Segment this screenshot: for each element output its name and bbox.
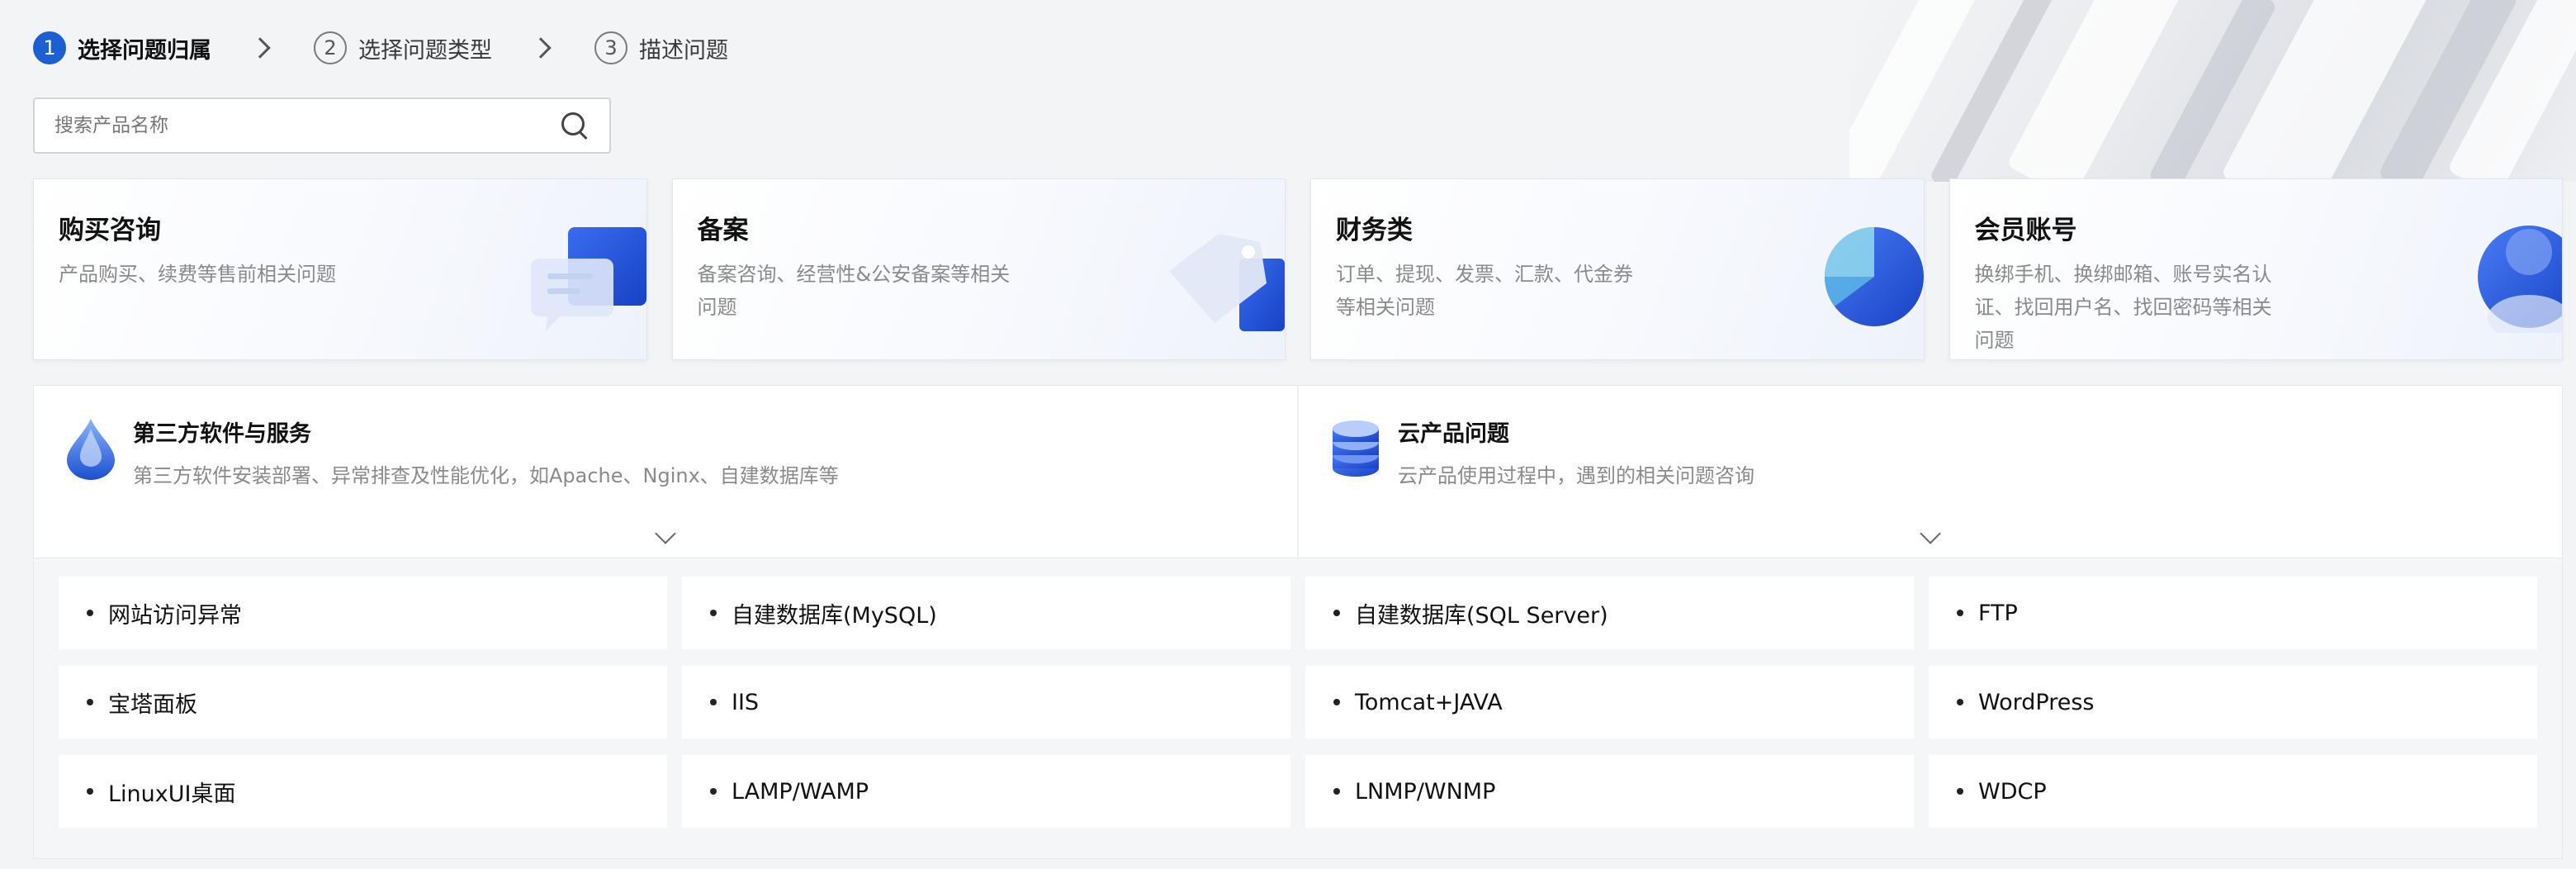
chevron-right-icon [530, 37, 552, 59]
card-description: 备案咨询、经营性&公安备案等相关问题 [697, 263, 1011, 319]
issue-label: Tomcat+JAVA [1355, 689, 1503, 715]
bullet-icon [1957, 788, 1963, 795]
chevron-down-icon[interactable] [655, 523, 676, 544]
step-label: 描述问题 [639, 37, 728, 64]
bullet-icon [710, 610, 717, 616]
pie-chart-icon [1824, 227, 1924, 326]
chevron-right-icon [249, 37, 271, 59]
card-finance[interactable]: 财务类 订单、提现、发票、汇款、代金券等相关问题 [1310, 178, 1925, 360]
header-background-decoration [1849, 0, 2576, 182]
panel-title: 第三方软件与服务 [133, 421, 311, 447]
panel-description: 第三方软件安装部署、异常排查及性能优化，如Apache、Nginx、自建数据库等 [133, 464, 839, 487]
issue-grid: 网站访问异常 自建数据库(MySQL) 自建数据库(SQL Server) FT… [59, 577, 2537, 828]
issue-item[interactable]: LAMP/WAMP [682, 755, 1290, 828]
bullet-icon [710, 788, 717, 795]
product-search [33, 97, 611, 154]
issue-label: IIS [732, 689, 760, 715]
bullet-icon [87, 788, 93, 795]
panel-third-party-software[interactable]: 第三方软件与服务 第三方软件安装部署、异常排查及性能优化，如Apache、Ngi… [34, 386, 1297, 558]
step-indicator: 1 选择问题归属 2 选择问题类型 3 描述问题 [33, 30, 728, 66]
service-panels: 第三方软件与服务 第三方软件安装部署、异常排查及性能优化，如Apache、Ngi… [33, 385, 2563, 558]
issue-label: WordPress [1978, 689, 2095, 715]
issue-label: LNMP/WNMP [1355, 778, 1496, 805]
issue-item[interactable]: WordPress [1929, 666, 2537, 738]
issue-label: LAMP/WAMP [732, 778, 869, 805]
step-3: 3 描述问题 [594, 31, 728, 64]
issue-item[interactable]: WDCP [1929, 755, 2537, 828]
issue-item[interactable]: 网站访问异常 [59, 577, 667, 649]
step-label: 选择问题归属 [78, 37, 211, 64]
issue-label: WDCP [1978, 778, 2047, 805]
issue-label: 网站访问异常 [108, 602, 242, 629]
step-number: 2 [314, 31, 347, 64]
bullet-icon [710, 699, 717, 705]
step-number: 3 [594, 31, 627, 64]
search-icon[interactable] [560, 111, 590, 140]
search-input[interactable] [54, 115, 560, 136]
issue-item[interactable]: LNMP/WNMP [1305, 755, 1914, 828]
step-1: 1 选择问题归属 [33, 31, 211, 64]
category-cards: 购买咨询 产品购买、续费等售前相关问题 备案 备案咨询、经营性&公安备案等相关问… [33, 178, 2563, 360]
issue-item[interactable]: 宝塔面板 [59, 666, 667, 738]
bullet-icon [1333, 610, 1340, 616]
tag-icon [1169, 234, 1285, 331]
bullet-icon [1957, 610, 1963, 616]
bullet-icon [1333, 788, 1340, 795]
chevron-down-icon[interactable] [1920, 523, 1941, 544]
issue-item[interactable]: FTP [1929, 577, 2537, 649]
panel-header: 第三方软件与服务 第三方软件安装部署、异常排查及性能优化，如Apache、Ngi… [67, 416, 1264, 488]
step-number: 1 [33, 31, 66, 64]
issue-item[interactable]: Tomcat+JAVA [1305, 666, 1914, 738]
step-label: 选择问题类型 [358, 37, 492, 64]
step-2: 2 选择问题类型 [314, 31, 492, 64]
bullet-icon [1333, 699, 1340, 705]
droplet-icon [67, 419, 115, 480]
card-filing[interactable]: 备案 备案咨询、经营性&公安备案等相关问题 [671, 178, 1286, 360]
issue-item[interactable]: 自建数据库(MySQL) [682, 577, 1290, 649]
card-description: 订单、提现、发票、汇款、代金券等相关问题 [1336, 263, 1633, 319]
issue-label: LinuxUI桌面 [108, 781, 236, 807]
panel-cloud-products[interactable]: 云产品问题 云产品使用过程中，遇到的相关问题咨询 [1297, 386, 2562, 558]
bullet-icon [1957, 699, 1963, 705]
panel-description: 云产品使用过程中，遇到的相关问题咨询 [1398, 464, 1754, 487]
issue-label: 宝塔面板 [108, 691, 197, 718]
database-icon [1333, 420, 1379, 477]
user-icon [2478, 226, 2562, 333]
card-member-account[interactable]: 会员账号 换绑手机、换绑邮箱、账号实名认证、找回用户名、找回密码等相关问题 [1949, 178, 2563, 360]
panel-title: 云产品问题 [1398, 421, 1509, 447]
issue-label: FTP [1978, 600, 2018, 626]
issue-item[interactable]: 自建数据库(SQL Server) [1305, 577, 1914, 649]
issue-label: 自建数据库(MySQL) [732, 602, 937, 629]
card-description: 产品购买、续费等售前相关问题 [59, 263, 336, 286]
issue-item[interactable]: LinuxUI桌面 [59, 755, 667, 828]
card-description: 换绑手机、换绑邮箱、账号实名认证、找回用户名、找回密码等相关问题 [1974, 263, 2272, 352]
issue-item[interactable]: IIS [682, 666, 1290, 738]
chat-bubble-icon [530, 227, 646, 331]
issue-label: 自建数据库(SQL Server) [1355, 602, 1608, 629]
card-purchase-consulting[interactable]: 购买咨询 产品购买、续费等售前相关问题 [33, 178, 647, 360]
bullet-icon [87, 699, 93, 705]
bullet-icon [87, 610, 93, 616]
issue-list: 网站访问异常 自建数据库(MySQL) 自建数据库(SQL Server) FT… [33, 558, 2563, 859]
panel-header: 云产品问题 云产品使用过程中，遇到的相关问题咨询 [1332, 416, 2529, 488]
